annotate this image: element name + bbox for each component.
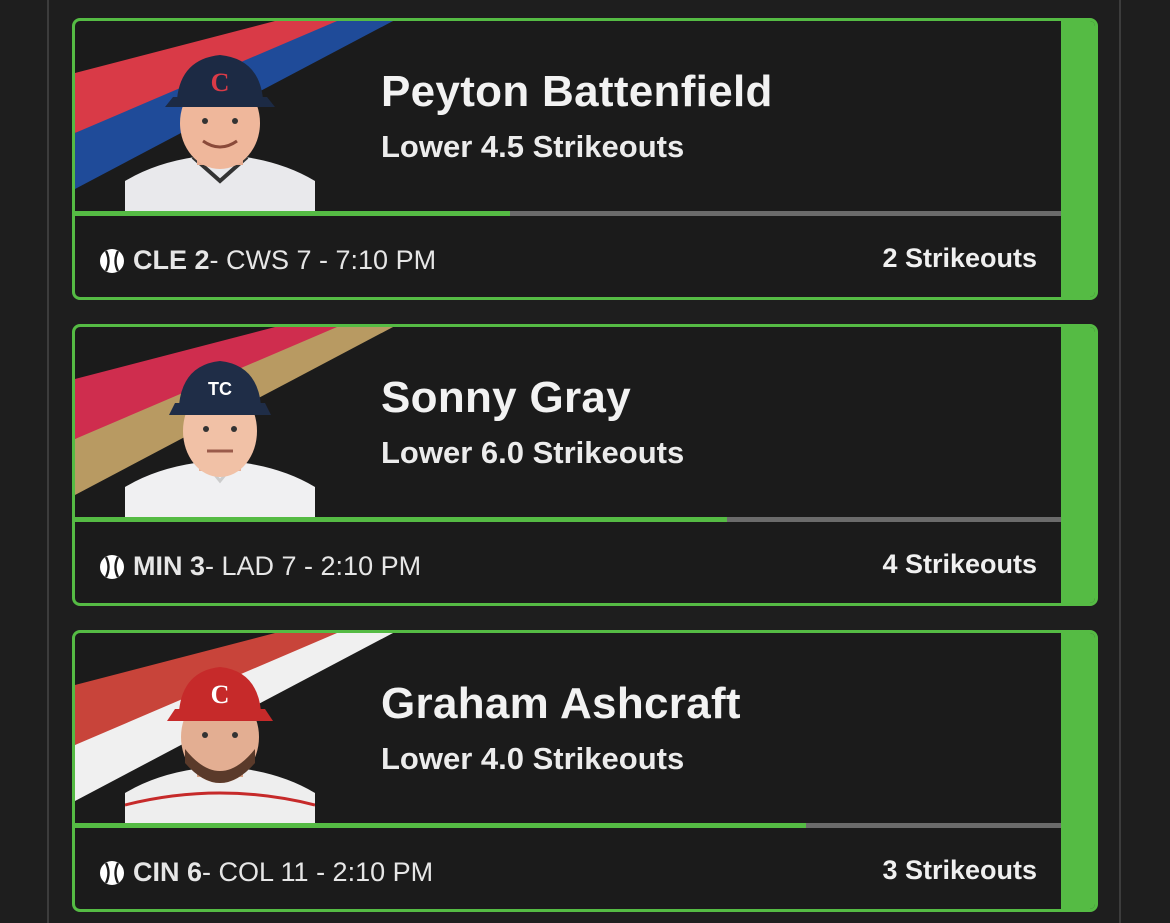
team-score: MIN 3 xyxy=(133,551,206,581)
prop-line: Lower 6.0 Strikeouts xyxy=(381,435,685,470)
current-result: 3 Strikeouts xyxy=(882,855,1037,885)
baseball-icon xyxy=(100,860,124,885)
status-stripe xyxy=(1061,21,1095,297)
team-score: CIN 6 xyxy=(133,857,203,887)
game-info: MIN 3 - LAD 7 - 2:10 PM xyxy=(99,551,421,582)
progress-fill xyxy=(75,211,510,216)
status-stripe xyxy=(1061,327,1095,603)
player-headshot: C xyxy=(125,667,315,823)
prop-card[interactable]: C Peyton Battenfield Lower 4.5 Strikeout… xyxy=(72,18,1098,300)
progress-track xyxy=(75,211,1063,216)
game-details: - CWS 7 - 7:10 PM xyxy=(209,245,437,275)
cap-logo: C xyxy=(211,68,230,97)
progress-track xyxy=(75,517,1063,522)
cap-logo: TC xyxy=(208,379,232,399)
right-rail xyxy=(1119,0,1121,923)
baseball-icon xyxy=(100,554,124,579)
team-score: CLE 2 xyxy=(133,245,210,275)
prop-line: Lower 4.0 Strikeouts xyxy=(381,741,685,776)
cap-logo: C xyxy=(211,680,230,709)
progress-track xyxy=(75,823,1063,828)
player-headshot: TC xyxy=(125,361,315,517)
progress-fill xyxy=(75,517,728,522)
player-name: Graham Ashcraft xyxy=(381,679,741,728)
left-rail xyxy=(47,0,49,923)
game-info: CLE 2 - CWS 7 - 7:10 PM xyxy=(99,245,436,276)
baseball-icon xyxy=(100,248,124,273)
game-details: - COL 11 - 2:10 PM xyxy=(202,857,434,887)
game-details: - LAD 7 - 2:10 PM xyxy=(205,551,422,581)
prop-card[interactable]: C Graham Ashcraft Lower 4.0 Strikeouts C… xyxy=(72,630,1098,912)
progress-fill xyxy=(75,823,807,828)
player-name: Peyton Battenfield xyxy=(381,67,773,116)
game-info: CIN 6 - COL 11 - 2:10 PM xyxy=(99,857,433,888)
player-headshot: C xyxy=(125,55,315,211)
player-name: Sonny Gray xyxy=(381,373,631,422)
current-result: 2 Strikeouts xyxy=(882,243,1037,273)
current-result: 4 Strikeouts xyxy=(882,549,1037,579)
prop-card[interactable]: TC Sonny Gray Lower 6.0 Strikeouts MIN 3… xyxy=(72,324,1098,606)
status-stripe xyxy=(1061,633,1095,909)
prop-line: Lower 4.5 Strikeouts xyxy=(381,129,685,164)
